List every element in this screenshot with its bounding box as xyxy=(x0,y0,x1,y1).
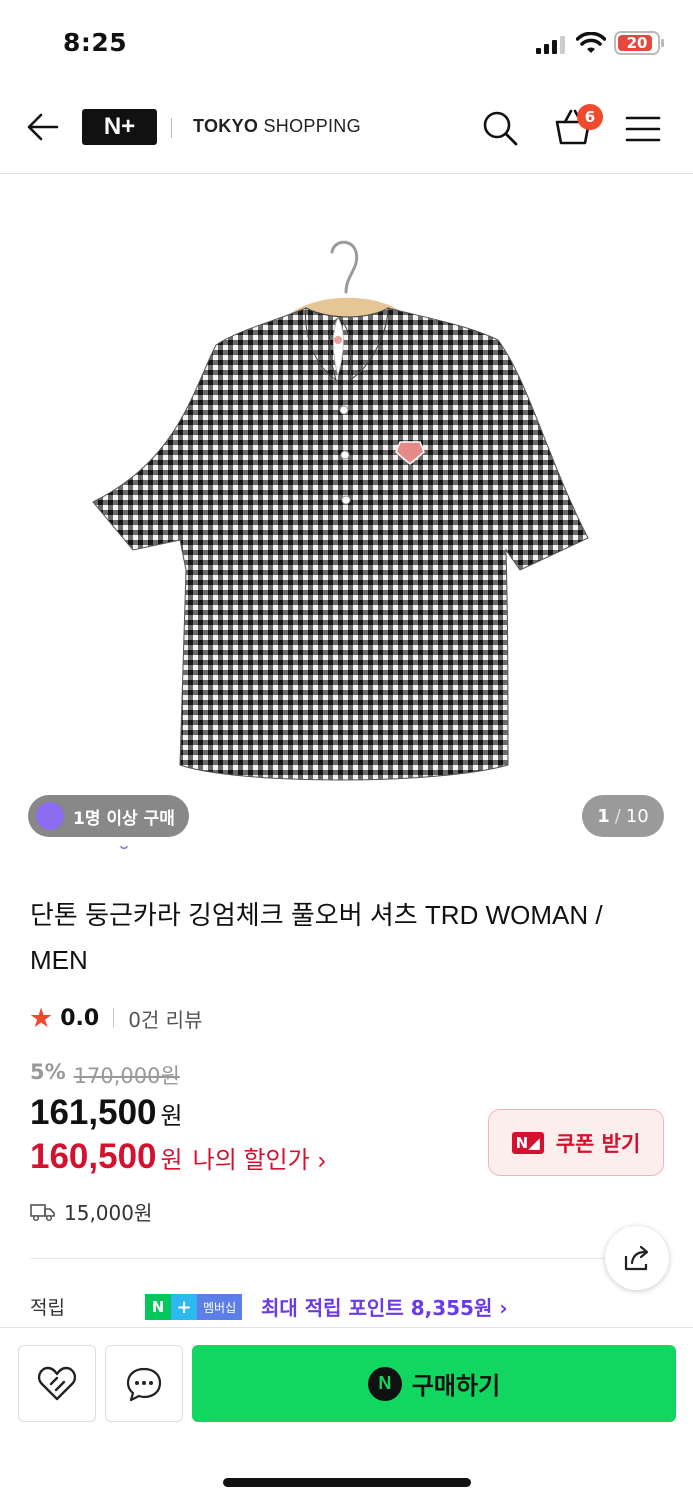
buy-label: 구매하기 xyxy=(411,1372,501,1400)
points-label: 적립 xyxy=(30,1297,65,1319)
sale-price: 161,500 원 xyxy=(30,1093,183,1132)
points-row[interactable]: 적립 N + 멤버십 최대 적립 포인트 8,355원 › xyxy=(30,1290,670,1322)
coupon-button[interactable]: N◢ 쿠폰 받기 xyxy=(488,1109,664,1176)
store-name[interactable]: TOKYO SHOPPING xyxy=(193,116,361,137)
chat-bubble-icon xyxy=(126,1367,162,1401)
talk-button[interactable] xyxy=(105,1345,183,1422)
header-divider xyxy=(171,118,172,138)
back-arrow-icon[interactable] xyxy=(26,110,60,144)
cellular-signal-icon xyxy=(536,36,565,54)
max-points-text[interactable]: 최대 적립 포인트 8,355원 › xyxy=(261,1292,508,1321)
my-discount-price[interactable]: 160,500 원 나의 할인가 › xyxy=(30,1137,326,1177)
shopping-bag-icon xyxy=(36,802,130,854)
wishlist-button[interactable] xyxy=(18,1345,96,1422)
rating-score: 0.0 xyxy=(60,1005,100,1031)
rating-divider xyxy=(113,1008,115,1028)
share-button[interactable] xyxy=(605,1226,669,1290)
discount-percent: 5% xyxy=(30,1060,66,1084)
buy-button[interactable]: N 구매하기 xyxy=(192,1345,676,1422)
original-price: 170,000원 xyxy=(73,1064,180,1088)
cart-count-badge: 6 xyxy=(577,104,603,130)
heart-icon xyxy=(37,1366,77,1400)
product-shirt-image xyxy=(92,240,589,781)
menu-icon[interactable] xyxy=(625,114,661,144)
buyer-count-text: 1명 이상 구매 xyxy=(73,808,175,829)
section-divider xyxy=(30,1258,632,1259)
battery-level: 20 xyxy=(626,34,648,52)
coupon-label: 쿠폰 받기 xyxy=(555,1131,641,1156)
bottom-action-bar: N 구매하기 xyxy=(0,1327,693,1500)
nplus-logo[interactable]: N+ xyxy=(82,109,157,145)
wifi-icon xyxy=(576,32,606,53)
status-bar: 8:25 20 xyxy=(0,0,693,88)
product-image-gallery[interactable]: 1명 이상 구매 1/10 xyxy=(0,175,693,854)
status-time: 8:25 xyxy=(63,28,128,57)
coupon-icon: N◢ xyxy=(511,1131,544,1154)
buyer-count-pill: 1명 이상 구매 xyxy=(28,795,189,854)
nplus-membership-badge: N + 멤버십 xyxy=(145,1294,243,1320)
chevron-right-icon: › xyxy=(317,1147,326,1174)
truck-icon xyxy=(30,1203,55,1221)
star-icon: ★ xyxy=(29,1002,54,1034)
npay-icon: N xyxy=(367,1366,402,1401)
review-count[interactable]: 0건 리뷰 xyxy=(128,1004,202,1033)
rating-summary[interactable]: ★ 0.0 0건 리뷰 xyxy=(29,1002,203,1034)
image-counter: 1/10 xyxy=(582,795,664,837)
shipping-fee-value: 15,000원 xyxy=(64,1201,153,1225)
battery-icon: 20 xyxy=(614,31,664,55)
product-title: 단톤 둥근카라 깅엄체크 풀오버 셔츠 TRD WOMAN / MEN xyxy=(30,900,603,975)
shipping-fee: 15,000원 xyxy=(30,1197,152,1226)
discount-row: 5% 170,000원 xyxy=(30,1060,180,1090)
share-icon xyxy=(624,1245,649,1271)
my-price-label: 나의 할인가 xyxy=(192,1147,310,1174)
home-indicator xyxy=(223,1478,471,1487)
search-icon[interactable] xyxy=(481,109,519,147)
app-header: N+ TOKYO SHOPPING 6 xyxy=(0,88,693,174)
